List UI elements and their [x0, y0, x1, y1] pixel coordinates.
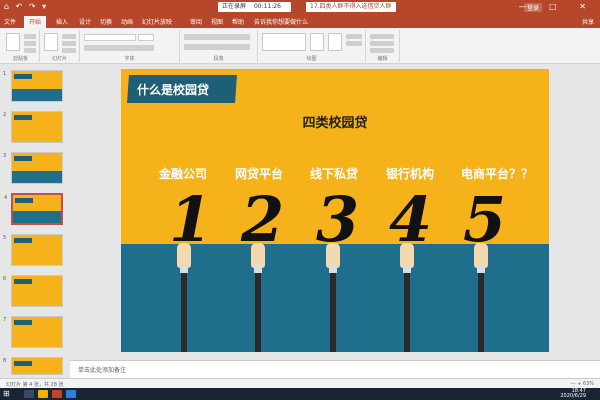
window-controls[interactable]: — □ ✕ [519, 2, 596, 11]
shape-outline-icon[interactable] [346, 41, 362, 46]
tab-slideshow[interactable]: 幻灯片放映 [142, 17, 172, 26]
slide-number: 3 [3, 153, 7, 159]
menu-bar: 文件 开始 插入 设计 切换 动画 幻灯片放映 审阅 视图 帮助 告诉我你想要做… [0, 14, 600, 28]
search-icon[interactable] [24, 390, 34, 398]
category-label[interactable]: 线下私贷 [310, 165, 358, 182]
tab-view[interactable]: 视图 [211, 17, 223, 26]
group-clipboard: 剪贴板 [2, 30, 40, 62]
slide-thumbnail[interactable]: 3 [3, 152, 63, 184]
tab-home[interactable]: 开始 [24, 16, 47, 28]
shapes-gallery[interactable] [262, 33, 306, 51]
list-icons[interactable] [184, 34, 250, 40]
paste-icon[interactable] [6, 33, 20, 51]
recording-label: 正在录屏 [222, 3, 247, 10]
clock-date: 2020/6/29 [560, 393, 586, 399]
quick-access-toolbar[interactable]: ⌂ ↶ ↷ ▾ [4, 2, 48, 11]
taskbar: ⊞ 18:47 2020/6/29 [0, 388, 600, 400]
group-label: 绘图 [306, 56, 317, 62]
arm-image [329, 265, 337, 352]
tab-file[interactable]: 文件 [4, 17, 16, 26]
group-editing: 编辑 [366, 30, 400, 62]
layout-icon[interactable] [62, 34, 76, 39]
windows-start-icon[interactable]: ⊞ [3, 390, 10, 398]
select-icon[interactable] [370, 48, 394, 53]
slide-thumbnail-pane: 1 2 3 4 5 6 7 8 [0, 64, 70, 378]
group-font: 字体 [80, 30, 180, 62]
system-clock: 18:47 2020/6/29 [560, 389, 586, 399]
shape-fill-icon[interactable] [346, 34, 362, 39]
tab-insert[interactable]: 插入 [56, 17, 68, 26]
replace-icon[interactable] [370, 41, 394, 46]
group-label: 字体 [124, 56, 135, 62]
arm-image [254, 265, 262, 352]
slide-subtitle[interactable]: 四类校园贷 [121, 112, 549, 131]
slide-canvas[interactable]: 什么是校园贷 四类校园贷 金融公司 网贷平台 线下私贷 银行机构 电商平台？？ … [121, 69, 549, 352]
file-explorer-icon[interactable] [38, 390, 48, 398]
group-label: 编辑 [377, 56, 388, 62]
slide-number: 5 [3, 235, 7, 241]
category-label[interactable]: 银行机构 [386, 165, 434, 182]
status-bar: 幻灯片 第 4 张，共 28 张 — + 63% [0, 378, 600, 388]
slide-thumbnail[interactable]: 5 [3, 234, 63, 266]
slide-thumbnail[interactable]: 7 [3, 316, 63, 348]
tab-help[interactable]: 帮助 [232, 17, 244, 26]
notes-pane[interactable]: 单击此处添加备注 [70, 360, 600, 378]
tab-review[interactable]: 审阅 [190, 17, 202, 26]
align-icons[interactable] [184, 44, 250, 50]
arm-image [403, 265, 411, 352]
tab-animations[interactable]: 动画 [121, 17, 133, 26]
tell-me-search[interactable]: 告诉我你想要做什么 [254, 17, 308, 26]
category-label[interactable]: 金融公司 [159, 165, 207, 182]
slide-number: 7 [3, 317, 7, 323]
quick-styles-icon[interactable] [328, 33, 342, 51]
group-slides: 幻灯片 [40, 30, 80, 62]
browser-icon[interactable] [66, 390, 76, 398]
slide-thumbnail[interactable]: 6 [3, 275, 63, 307]
group-label: 幻灯片 [51, 56, 67, 62]
slide-number: 2 [3, 112, 7, 118]
find-icon[interactable] [370, 34, 394, 39]
slide-header[interactable]: 什么是校园贷 [137, 81, 209, 98]
slide-thumbnail[interactable]: 8 [3, 357, 63, 375]
powerpoint-icon[interactable] [52, 390, 62, 398]
group-label: 段落 [213, 56, 224, 62]
reset-icon[interactable] [62, 41, 76, 46]
section-icon[interactable] [62, 48, 76, 53]
group-drawing: 绘图 [258, 30, 366, 62]
slide-thumbnail[interactable]: 2 [3, 111, 63, 143]
slide-number: 1 [3, 71, 7, 77]
font-format-icons[interactable] [84, 45, 154, 51]
font-family-select[interactable] [84, 34, 136, 41]
new-slide-icon[interactable] [44, 33, 58, 51]
tab-transitions[interactable]: 切换 [100, 17, 112, 26]
slide-number: 8 [3, 358, 7, 364]
font-size-select[interactable] [138, 34, 154, 41]
zoom-control[interactable]: — + 63% [571, 381, 594, 387]
group-paragraph: 段落 [180, 30, 258, 62]
category-label[interactable]: 网贷平台 [235, 165, 283, 182]
copy-icon[interactable] [24, 41, 36, 46]
slide-thumbnail[interactable]: 1 [3, 70, 63, 102]
tab-design[interactable]: 设计 [79, 17, 91, 26]
slide-number: 4 [4, 195, 8, 201]
slide-number: 6 [3, 276, 7, 282]
slide-thumbnail-selected[interactable]: 4 [4, 193, 63, 225]
arm-image [477, 265, 485, 352]
format-painter-icon[interactable] [24, 48, 36, 53]
recording-indicator: 正在录屏 00:11:26 [218, 2, 291, 12]
category-label[interactable]: 电商平台？？ [461, 165, 533, 182]
arm-image [180, 265, 188, 352]
recording-time: 00:11:26 [253, 3, 281, 10]
cut-icon[interactable] [24, 34, 36, 39]
title-bar: ⌂ ↶ ↷ ▾ 正在录屏 00:11:26 17.四类人群不得入选借贷人群 登录… [0, 0, 600, 14]
document-title: 17.四类人群不得入选借贷人群 [306, 2, 396, 12]
arrange-icon[interactable] [310, 33, 324, 51]
slide-counter: 幻灯片 第 4 张，共 28 张 [6, 382, 64, 388]
ribbon: 剪贴板 幻灯片 字体 段落 绘图 编辑 [0, 28, 600, 64]
share-button[interactable]: 共享 [582, 17, 594, 26]
group-label: 剪贴板 [12, 56, 28, 62]
